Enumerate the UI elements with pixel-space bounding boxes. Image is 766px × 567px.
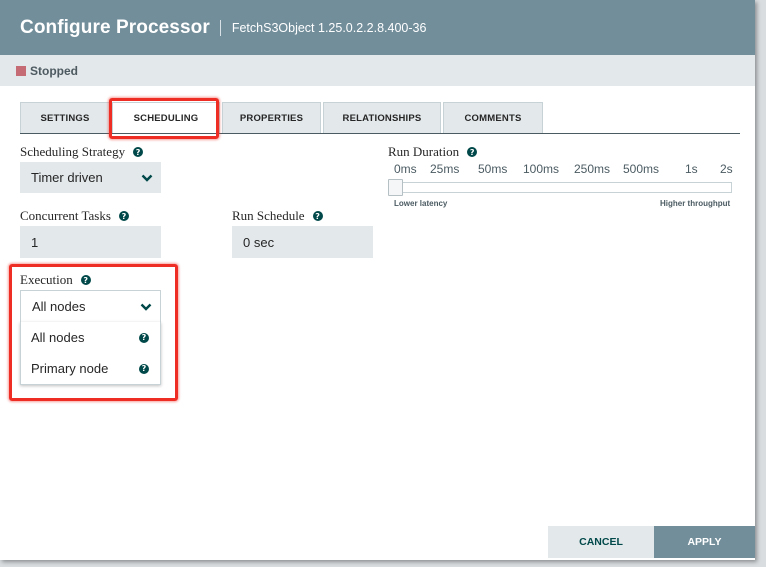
run-schedule-input[interactable]: 0 sec [232,226,373,258]
question-circle-icon[interactable]: ? [118,211,129,221]
run-duration-tick[interactable]: 0ms [394,162,417,176]
stopped-icon [16,65,26,76]
scheduling-strategy-value: Timer driven [31,170,103,185]
run-duration-slider-handle[interactable] [388,179,403,196]
execution-label: Execution ? [20,272,91,288]
tab-properties[interactable]: PROPERTIES [222,102,321,134]
run-duration-label-text: Run Duration [388,144,460,159]
configure-processor-dialog: Configure Processor FetchS3Object 1.25.0… [0,0,755,560]
execution-option-primary-node[interactable]: Primary node ? [21,353,160,384]
question-circle-icon[interactable]: ? [139,363,149,374]
run-duration-tick[interactable]: 25ms [430,162,459,176]
run-duration-tick[interactable]: 50ms [478,162,507,176]
tab-bar: SETTINGS SCHEDULING PROPERTIES RELATIONS… [20,102,545,134]
question-circle-icon[interactable]: ? [133,147,144,157]
run-duration-tick[interactable]: 1s [685,162,698,176]
run-schedule-value: 0 sec [243,234,275,250]
scheduling-strategy-label: Scheduling Strategy ? [20,144,144,160]
run-duration-tick[interactable]: 500ms [623,162,659,176]
run-duration-tick[interactable]: 2s [720,162,733,176]
run-duration-label: Run Duration ? [388,144,478,160]
run-duration-ticks: 0ms 25ms 50ms 100ms 250ms 500ms 1s 2s [388,162,738,178]
concurrent-tasks-value: 1 [31,234,39,250]
cancel-button[interactable]: CANCEL [548,526,654,558]
dialog-header: Configure Processor FetchS3Object 1.25.0… [0,0,755,55]
execution-label-text: Execution [20,272,73,287]
processor-type-version: FetchS3Object 1.25.0.2.2.8.400-36 [231,20,427,35]
title-separator [219,19,221,36]
execution-value: All nodes [32,299,86,314]
tab-comments[interactable]: COMMENTS [443,102,543,134]
option-label: Primary node [31,361,109,376]
tab-divider [20,133,740,134]
concurrent-tasks-label-text: Concurrent Tasks [20,208,111,223]
tab-relationships[interactable]: RELATIONSHIPS [323,102,441,134]
higher-throughput-label: Higher throughput [660,199,731,208]
concurrent-tasks-label: Concurrent Tasks ? [20,208,129,224]
chevron-down-icon [141,174,153,182]
question-circle-icon[interactable]: ? [467,147,478,157]
execution-select[interactable]: All nodes [20,290,161,322]
question-circle-icon[interactable]: ? [139,332,149,343]
scheduling-strategy-label-text: Scheduling Strategy [20,144,126,159]
run-duration-tick[interactable]: 250ms [574,162,610,176]
question-circle-icon[interactable]: ? [312,211,323,221]
status-bar: Stopped [0,55,755,86]
question-circle-icon[interactable]: ? [80,275,91,285]
chevron-down-icon [140,303,152,311]
status-text: Stopped [30,63,78,78]
concurrent-tasks-input[interactable]: 1 [20,226,161,258]
option-label: All nodes [31,330,85,345]
run-schedule-label-text: Run Schedule [232,208,305,223]
execution-options-menu: All nodes ? Primary node ? [20,322,161,385]
run-schedule-label: Run Schedule ? [232,208,323,224]
tab-settings[interactable]: SETTINGS [20,102,110,134]
apply-button[interactable]: APPLY [654,526,755,558]
execution-option-all-nodes[interactable]: All nodes ? [21,322,160,353]
scheduling-strategy-select[interactable]: Timer driven [20,162,161,193]
lower-latency-label: Lower latency [394,199,448,208]
dialog-title: Configure Processor [20,16,210,38]
run-duration-tick[interactable]: 100ms [523,162,559,176]
tab-scheduling[interactable]: SCHEDULING [112,102,220,134]
run-duration-slider-track[interactable] [388,182,732,193]
